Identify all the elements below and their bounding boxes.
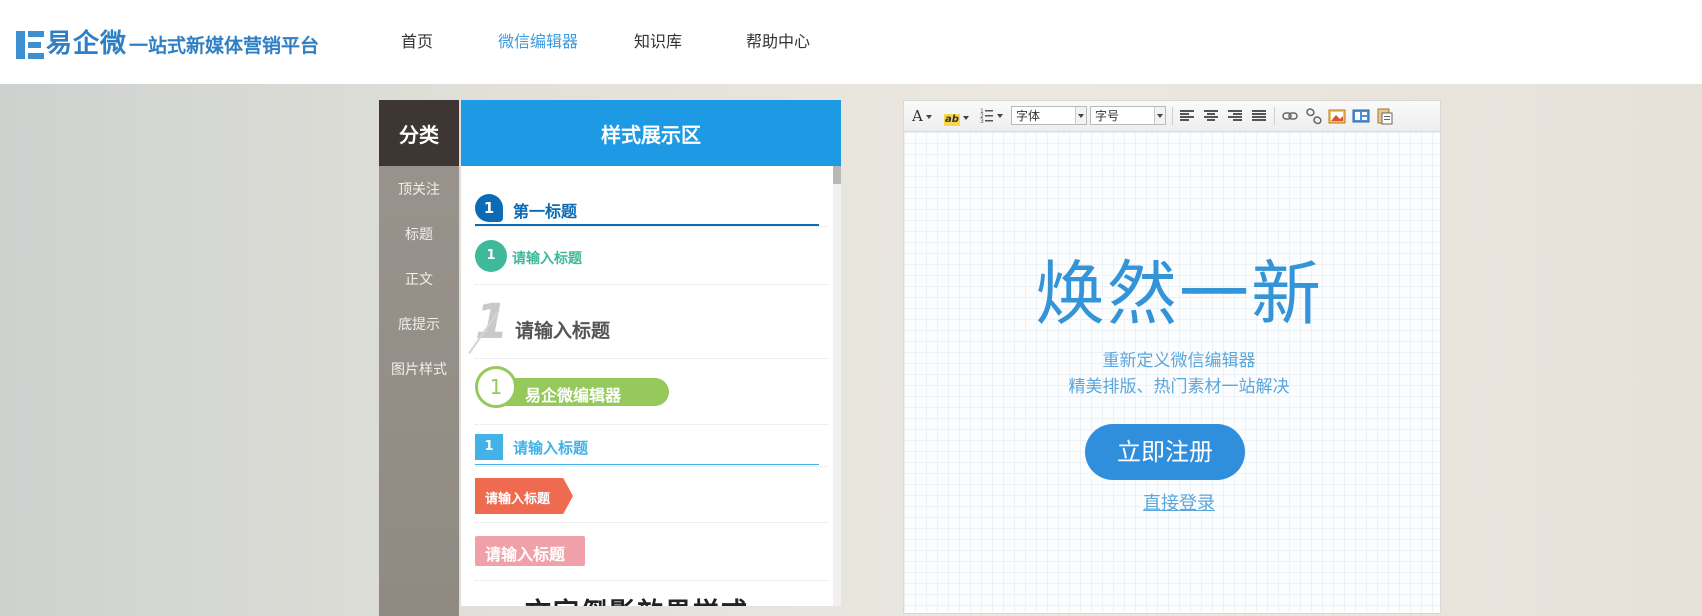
- style-number-badge: 1: [475, 434, 503, 460]
- nav-knowledge-base[interactable]: 知识库: [634, 31, 682, 53]
- style-item[interactable]: 1 请输入标题: [468, 284, 829, 359]
- category-item-footer-tip[interactable]: 底提示: [379, 301, 459, 346]
- toolbar-separator: [1274, 107, 1275, 125]
- category-item-body[interactable]: 正文: [379, 256, 459, 301]
- paste-icon[interactable]: [1376, 107, 1394, 125]
- font-family-select[interactable]: 字体: [1011, 106, 1087, 125]
- hero-title: 焕然一新: [1035, 253, 1323, 335]
- chevron-down-icon: [1075, 107, 1086, 124]
- nav-help-center[interactable]: 帮助中心: [746, 31, 810, 53]
- style-item[interactable]: 1 易企微编辑器: [475, 358, 829, 425]
- category-item-title[interactable]: 标题: [379, 211, 459, 256]
- font-size-placeholder: 字号: [1095, 109, 1120, 123]
- svg-text:3: 3: [980, 118, 984, 125]
- image-icon[interactable]: [1328, 107, 1346, 125]
- style-text: 易企微编辑器: [525, 386, 622, 405]
- style-text: 请输入标题: [485, 545, 566, 564]
- style-item[interactable]: 1 请输入标题: [475, 226, 829, 285]
- editor-toolbar: A ab 1 2 3 字体 字号: [904, 101, 1440, 132]
- style-text: 请输入标题: [485, 492, 551, 507]
- hero-subtitle-line1: 重新定义微信编辑器: [1102, 351, 1256, 371]
- style-showcase-panel: 样式展示区 1 第一标题 1 请输入标题 1 请输入标题 1 易企微编辑器 1 …: [461, 100, 841, 606]
- nav-home[interactable]: 首页: [401, 31, 433, 53]
- style-text: 文字倒影效果样式: [525, 592, 749, 606]
- style-text: 请输入标题: [512, 251, 582, 267]
- style-item[interactable]: 1 第一标题: [475, 180, 829, 227]
- align-justify-icon[interactable]: [1252, 110, 1266, 122]
- align-right-icon[interactable]: [1228, 110, 1242, 122]
- showcase-scrollbar-track[interactable]: [833, 166, 841, 606]
- style-underline: [475, 464, 819, 465]
- highlight-label: ab: [944, 114, 960, 126]
- list-icon[interactable]: 1 2 3: [980, 107, 1004, 125]
- chevron-down-icon: [1154, 107, 1165, 124]
- toolbar-separator: [1172, 107, 1173, 125]
- top-navigation-bar: 易企微 一站式新媒体营销平台 首页 微信编辑器 知识库 帮助中心: [0, 0, 1702, 84]
- category-sidebar: 分类 顶关注 标题 正文 底提示 图片样式: [379, 100, 459, 616]
- style-item[interactable]: 文字倒影效果样式: [475, 580, 829, 606]
- style-text: 请输入标题: [513, 439, 589, 457]
- logo-name: 易企微: [46, 29, 128, 59]
- showcase-scrollbar-thumb[interactable]: [833, 166, 841, 184]
- highlight-icon[interactable]: ab: [944, 107, 969, 126]
- style-number-badge: 1: [475, 240, 507, 272]
- login-link[interactable]: 直接登录: [904, 489, 1454, 515]
- nav-wechat-editor[interactable]: 微信编辑器: [498, 31, 578, 53]
- font-color-label: A: [912, 107, 923, 125]
- logo-e-icon: [16, 31, 44, 59]
- style-number-badge: 1: [475, 194, 503, 222]
- category-header: 分类: [379, 100, 459, 166]
- wechat-editor: A ab 1 2 3 字体 字号 焕然一新 重新定义微信编辑器 精美排版、热门素…: [903, 100, 1441, 614]
- style-list: 1 第一标题 1 请输入标题 1 请输入标题 1 易企微编辑器 1 请输入标题 …: [461, 166, 833, 606]
- hero-subtitle-line2: 精美排版、热门素材一站解决: [1068, 377, 1290, 397]
- align-center-icon[interactable]: [1204, 110, 1218, 122]
- style-text: 第一标题: [513, 202, 578, 221]
- font-size-select[interactable]: 字号: [1090, 106, 1166, 125]
- unlink-icon[interactable]: [1306, 107, 1322, 125]
- logo[interactable]: 易企微 一站式新媒体营销平台: [16, 27, 319, 59]
- style-item[interactable]: 请输入标题: [475, 522, 829, 581]
- font-color-icon[interactable]: A: [912, 107, 932, 125]
- editor-canvas[interactable]: 焕然一新 重新定义微信编辑器 精美排版、热门素材一站解决 立即注册 直接登录: [904, 132, 1440, 613]
- align-left-icon[interactable]: [1180, 110, 1194, 122]
- style-number-circle: 1: [475, 366, 517, 408]
- font-family-placeholder: 字体: [1016, 109, 1041, 123]
- category-item-follow[interactable]: 顶关注: [379, 166, 459, 211]
- logo-slogan: 一站式新媒体营销平台: [129, 35, 320, 57]
- style-item[interactable]: 请输入标题: [475, 466, 829, 523]
- link-icon[interactable]: [1282, 107, 1298, 125]
- style-text: 请输入标题: [515, 320, 611, 342]
- register-button[interactable]: 立即注册: [1085, 424, 1245, 480]
- style-item[interactable]: 1 请输入标题: [475, 424, 829, 467]
- category-item-image-style[interactable]: 图片样式: [379, 346, 459, 391]
- showcase-header: 样式展示区: [461, 100, 841, 166]
- template-icon[interactable]: [1352, 107, 1370, 125]
